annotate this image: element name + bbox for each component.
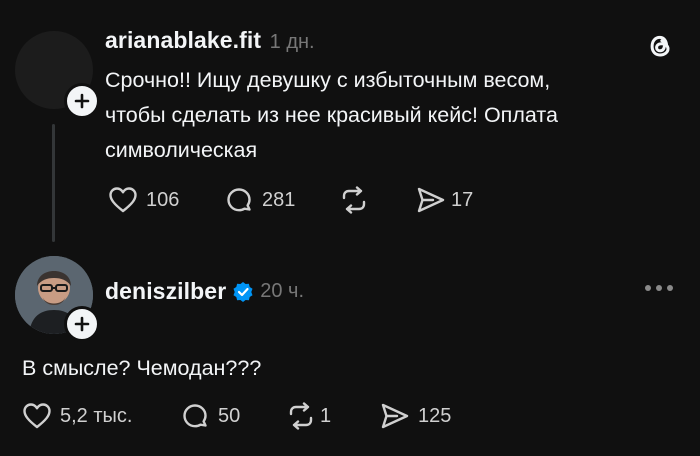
share-count: 125 [418, 404, 452, 427]
dot [645, 285, 651, 291]
post-text-line: символическая [105, 138, 258, 162]
post-header: deniszilber 20 ч. [105, 278, 304, 305]
reply-button[interactable]: 281 [224, 185, 295, 215]
dot [656, 285, 662, 291]
repost-count: 1 [320, 404, 332, 427]
send-icon [381, 403, 409, 429]
heart-icon [109, 187, 137, 213]
post-body: В смысле? Чемодан??? [22, 356, 262, 380]
follow-button[interactable] [64, 306, 100, 342]
speech-bubble-icon [183, 404, 207, 428]
follow-button[interactable] [64, 83, 100, 119]
reply-count: 281 [262, 188, 296, 211]
heart-icon [23, 403, 51, 429]
reply-count: 50 [218, 404, 241, 427]
timestamp: 20 ч. [260, 280, 305, 302]
plus-icon [74, 93, 90, 109]
post-text-line: Срочно!! Ищу девушку с избыточным весом, [105, 68, 551, 92]
share-count: 17 [451, 188, 474, 211]
plus-icon [74, 316, 90, 332]
threads-logo-icon[interactable] [644, 30, 676, 67]
send-icon [417, 187, 445, 213]
post-header: arianablake.fit 1 дн. [105, 27, 315, 54]
reply-button[interactable]: 50 [180, 401, 240, 431]
post-text-line: чтобы сделать из нее красивый кейс! Опла… [105, 103, 558, 127]
verified-badge-icon [233, 281, 253, 302]
repost-icon [342, 186, 366, 214]
like-count: 106 [146, 188, 180, 211]
repost-icon [289, 402, 313, 430]
repost-button[interactable]: 1 [286, 402, 331, 430]
like-button[interactable]: 106 [108, 186, 179, 214]
speech-bubble-icon [227, 188, 251, 212]
thread-line [52, 124, 55, 242]
dot [667, 285, 673, 291]
more-dots-icon[interactable] [645, 285, 673, 291]
post-body: Срочно!! Ищу девушку с избыточным весом,… [105, 63, 665, 168]
repost-button[interactable] [339, 186, 369, 214]
timestamp: 1 дн. [269, 31, 315, 53]
share-button[interactable]: 17 [416, 186, 473, 214]
like-button[interactable]: 5,2 тыс. [22, 402, 132, 430]
share-button[interactable]: 125 [380, 402, 451, 430]
like-count: 5,2 тыс. [60, 404, 133, 427]
username[interactable]: deniszilber [105, 278, 226, 305]
username[interactable]: arianablake.fit [105, 27, 261, 53]
